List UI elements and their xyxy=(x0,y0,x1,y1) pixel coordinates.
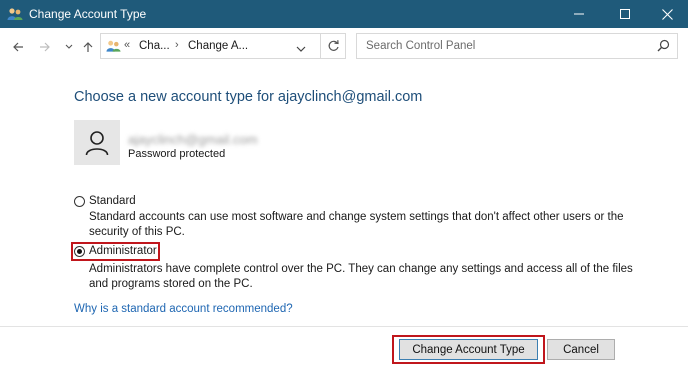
close-icon[interactable] xyxy=(644,0,688,28)
change-account-type-button[interactable]: Change Account Type xyxy=(399,339,538,360)
title-bar: Change Account Type xyxy=(0,0,688,28)
search-icon[interactable] xyxy=(657,39,670,55)
standard-label[interactable]: Standard xyxy=(89,195,136,207)
breadcrumb-item-2[interactable]: Change A... xyxy=(188,40,248,52)
recent-dropdown-icon[interactable] xyxy=(62,40,76,54)
standard-radio[interactable] xyxy=(74,196,85,207)
users-icon xyxy=(106,39,121,53)
up-arrow-icon[interactable] xyxy=(81,40,95,54)
minimize-icon[interactable] xyxy=(556,0,602,28)
breadcrumb-separator[interactable]: › xyxy=(175,39,179,51)
standard-description: Standard accounts can use most software … xyxy=(89,211,624,238)
back-arrow-icon[interactable] xyxy=(11,40,25,54)
search-placeholder: Search Control Panel xyxy=(366,40,476,52)
account-status: Password protected xyxy=(128,148,226,160)
maximize-icon[interactable] xyxy=(602,0,648,28)
forward-arrow-icon[interactable] xyxy=(38,40,52,54)
window-title: Change Account Type xyxy=(29,7,147,21)
user-avatar-icon xyxy=(74,120,120,165)
refresh-icon[interactable] xyxy=(320,34,345,58)
standard-account-help-link[interactable]: Why is a standard account recommended? xyxy=(74,303,293,315)
search-input[interactable]: Search Control Panel xyxy=(356,33,678,59)
page-title: Choose a new account type for ajayclinch… xyxy=(74,89,423,105)
cancel-button[interactable]: Cancel xyxy=(547,339,615,360)
address-dropdown-icon[interactable] xyxy=(296,42,306,56)
breadcrumb-item-1[interactable]: Cha... xyxy=(139,40,170,52)
administrator-radio[interactable] xyxy=(74,246,85,257)
breadcrumb-overflow[interactable]: « xyxy=(124,39,130,51)
administrator-description: Administrators have complete control ove… xyxy=(89,263,633,290)
administrator-label[interactable]: Administrator xyxy=(89,245,157,257)
footer-divider xyxy=(0,326,688,327)
users-icon xyxy=(7,7,23,21)
address-bar[interactable]: « Cha... › Change A... xyxy=(100,33,346,59)
account-name: ajayclinch@gmail.com xyxy=(128,132,258,147)
